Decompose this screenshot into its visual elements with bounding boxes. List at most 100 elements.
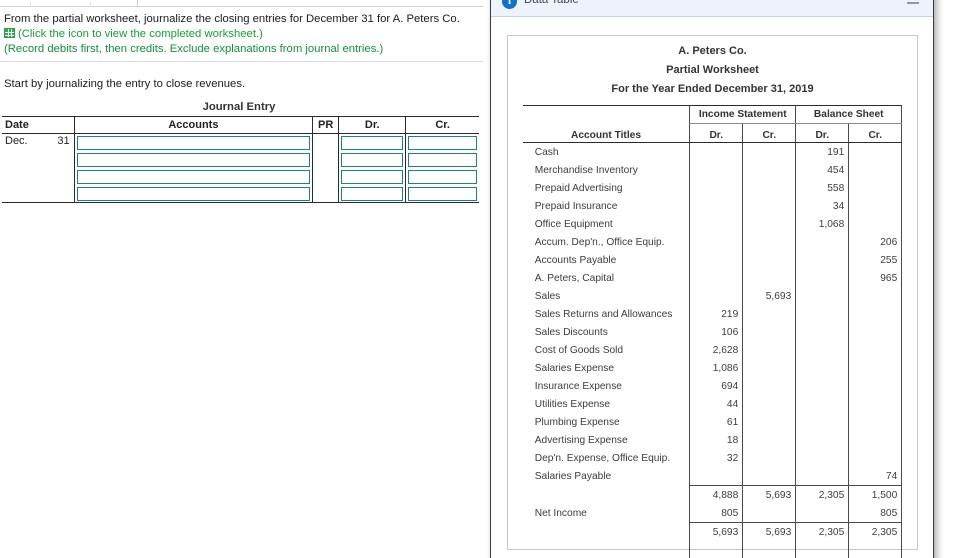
value-cell-is-dr: 44 (689, 395, 744, 413)
account-title-cell: Sales Discounts (534, 326, 608, 338)
screen: From the partial worksheet, journalize t… (0, 0, 965, 558)
total-row: 5,693 5,693 2,305 2,305 (523, 522, 903, 541)
cr-input-4[interactable] (408, 186, 477, 201)
value-cell-bs-cr: 805 (848, 504, 903, 523)
account-title-cell: Accum. Dep'n., Office Equip. (534, 236, 665, 248)
date-day: 31 (57, 135, 70, 147)
value-cell-bs-dr: 191 (795, 142, 850, 161)
value-cell-is-cr (742, 341, 797, 359)
top-tick-mid (90, 2, 91, 5)
account-title-cell: Net Income (534, 507, 587, 519)
dr-input-2[interactable] (341, 152, 404, 167)
value-cell-bs-dr (795, 233, 850, 251)
value-cell-bs-dr (795, 305, 850, 323)
table-row: Advertising Expense 18 (523, 431, 903, 449)
value-cell-bs-dr (795, 449, 850, 467)
table-row: Sales Returns and Allowances 219 (523, 305, 903, 323)
top-tick-left (30, 2, 31, 5)
pr-cell-2 (312, 151, 340, 168)
group-header-income-statement: Income Statement (689, 105, 797, 124)
value-cell-bs-dr (795, 413, 850, 431)
value-cell-bs-cr (848, 341, 903, 359)
minimize-button[interactable] (906, 0, 920, 9)
col-header-is-cr: Cr. (742, 123, 797, 143)
prompt-block: From the partial worksheet, journalize t… (4, 12, 474, 57)
worksheet-period: For the Year Ended December 31, 2019 (611, 83, 814, 95)
value-cell-is-dr: 805 (689, 504, 744, 523)
value-cell-is-dr (689, 142, 744, 161)
value-cell-bs-cr (848, 359, 903, 377)
value-cell-bs-dr (795, 467, 850, 486)
account-title-cell: A. Peters, Capital (534, 272, 615, 284)
value-cell-bs-cr (848, 431, 903, 449)
closing-rule-spacer (523, 541, 690, 558)
value-cell-bs-cr: 965 (848, 269, 903, 287)
table-row: Cost of Goods Sold 2,628 (523, 341, 903, 359)
col-header-pr: PR (312, 116, 340, 134)
table-row: Prepaid Advertising 558 (523, 179, 903, 197)
account-title-cell: Utilities Expense (534, 398, 611, 410)
value-cell-bs-dr (795, 323, 850, 341)
value-cell-bs-dr (795, 359, 850, 377)
col-header-dr: Dr. (338, 116, 407, 134)
table-row: Prepaid Insurance 34 (523, 197, 903, 215)
value-cell-bs-cr (848, 179, 903, 197)
dr-cell-2 (338, 151, 407, 168)
accounts-input-3[interactable] (76, 169, 311, 184)
value-cell-is-dr: 4,888 (689, 485, 744, 504)
table-row: Accounts Payable 255 (523, 251, 903, 269)
value-cell-is-cr (742, 377, 797, 395)
value-cell-bs-dr (795, 269, 850, 287)
info-icon: i (502, 0, 517, 9)
top-divider (0, 6, 483, 7)
icon-hint-line: (Click the icon to view the completed wo… (4, 27, 474, 42)
value-cell-is-dr (689, 197, 744, 215)
worksheet-grid-icon[interactable] (4, 28, 15, 38)
accounts-input-4[interactable] (76, 186, 311, 201)
date-cell-2 (2, 151, 75, 168)
account-title-cell: Office Equipment (534, 218, 613, 230)
value-cell-is-dr: 1,086 (689, 359, 744, 377)
value-cell-is-cr (742, 142, 797, 161)
exercise-pane: From the partial worksheet, journalize t… (0, 0, 483, 558)
value-cell-is-dr: 2,628 (689, 341, 744, 359)
dr-input-3[interactable] (341, 169, 404, 184)
value-cell-is-dr (689, 287, 744, 305)
accounts-input-2[interactable] (76, 152, 311, 167)
account-title-cell (523, 486, 690, 505)
value-cell-bs-dr: 1,068 (795, 215, 850, 233)
value-cell-is-cr (742, 179, 797, 197)
table-row: A. Peters, Capital 965 (523, 269, 903, 287)
worksheet-company: A. Peters Co. (678, 45, 747, 57)
accounts-input-1[interactable] (76, 135, 311, 150)
col-header-accounts: Accounts (73, 116, 314, 134)
value-cell-bs-cr: 2,305 (848, 522, 903, 541)
data-table-dialog: i Data Table A. Peters Co. Partial Works… (490, 0, 934, 558)
value-cell-is-dr (689, 269, 744, 287)
cr-input-3[interactable] (408, 169, 477, 184)
value-cell-bs-dr (795, 251, 850, 269)
value-cell-bs-dr (795, 287, 850, 305)
value-cell-bs-cr (848, 377, 903, 395)
accounts-cell-4 (73, 185, 314, 203)
cr-input-2[interactable] (408, 152, 477, 167)
table-row: Utilities Expense 44 (523, 395, 903, 413)
worksheet-subtitle: Partial Worksheet (666, 64, 759, 76)
account-title-cell: Salaries Expense (534, 362, 615, 374)
instruction-text: (Record debits first, then credits. Excl… (4, 43, 384, 55)
account-title-cell: Advertising Expense (534, 434, 628, 446)
accounts-cell-3 (73, 168, 314, 185)
account-title-cell: Cost of Goods Sold (534, 344, 624, 356)
closing-rule-cell (742, 541, 797, 558)
cr-input-1[interactable] (408, 135, 477, 150)
value-cell-bs-dr (795, 377, 850, 395)
value-cell-bs-cr (848, 395, 903, 413)
account-title-cell: Sales Returns and Allowances (534, 308, 673, 320)
col-header-bs-dr: Dr. (795, 123, 850, 143)
dr-input-4[interactable] (341, 186, 404, 201)
date-cell-4 (2, 185, 75, 203)
value-cell-is-cr (742, 233, 797, 251)
dr-input-1[interactable] (341, 135, 404, 150)
value-cell-is-dr (689, 251, 744, 269)
value-cell-is-dr: 5,693 (689, 522, 744, 541)
